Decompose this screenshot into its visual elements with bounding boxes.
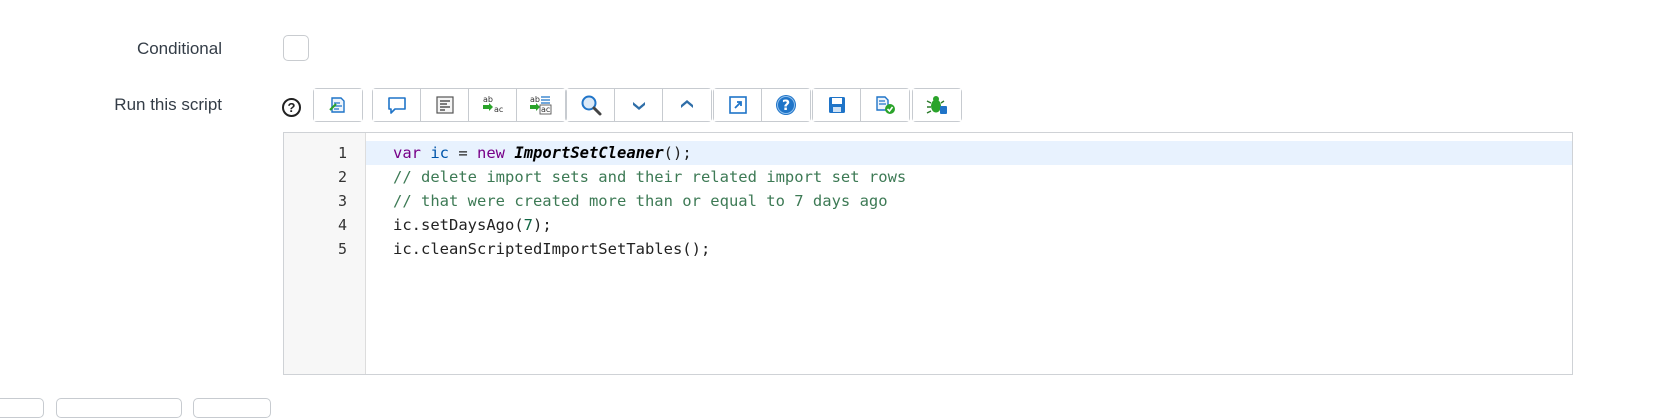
conditional-label: Conditional: [136, 39, 222, 58]
code-token: );: [533, 216, 552, 234]
format-code-icon: [329, 97, 345, 113]
replace-button[interactable]: ab ac: [469, 89, 517, 121]
field-help-icon[interactable]: ?: [282, 98, 301, 117]
code-line-2[interactable]: // delete import sets and their related …: [366, 165, 1572, 189]
next-icon: [632, 102, 645, 110]
code-line-1[interactable]: var ic = new ImportSetCleaner();: [366, 141, 1572, 165]
editor-help-button[interactable]: ?: [762, 89, 810, 121]
search-button[interactable]: [567, 89, 615, 121]
fullscreen-icon: [728, 96, 747, 114]
toolbar-group-view: ?: [713, 88, 811, 122]
class-token: ImportSetCleaner: [514, 144, 664, 162]
code-line-3[interactable]: // that were created more than or equal …: [366, 189, 1572, 213]
number-token: 7: [523, 216, 533, 234]
keyword-token: var: [393, 144, 421, 162]
svg-text:ac: ac: [494, 105, 503, 114]
save-icon: [828, 97, 845, 113]
save-button[interactable]: [813, 89, 861, 121]
debug-icon: [926, 96, 947, 114]
svg-text:ab: ab: [483, 95, 493, 104]
toolbar-group-format: [313, 88, 363, 122]
line-number: 4: [337, 216, 347, 234]
fullscreen-button[interactable]: [714, 89, 762, 121]
variable-token: ic: [430, 144, 450, 162]
previous-icon: [681, 100, 693, 108]
line-number: 2: [337, 168, 347, 186]
find-previous-button[interactable]: [663, 89, 711, 121]
syntax-check-button[interactable]: [861, 89, 909, 121]
form-action-button[interactable]: [56, 398, 182, 418]
run-script-label: Run this script: [114, 95, 222, 114]
toolbar-group-search: [566, 88, 712, 122]
syntax-check-icon: [876, 96, 895, 114]
script-editor[interactable]: 1 2 3 4 5 var ic = new ImportSetCleaner(…: [283, 132, 1573, 375]
keyword-token: new: [477, 144, 506, 162]
svg-text:?: ?: [782, 98, 790, 114]
help-icon: ?: [776, 95, 796, 115]
line-number: 3: [337, 192, 347, 210]
replace-icon: ab ac: [482, 95, 503, 114]
code-line-4[interactable]: ic.setDaysAgo(7);: [366, 213, 1572, 237]
toolbar-group-debug: [912, 88, 962, 122]
format-code-button[interactable]: [314, 89, 362, 121]
svg-text:ac: ac: [541, 105, 550, 114]
replace-all-icon: ab ac: [530, 95, 552, 115]
line-number: 5: [337, 240, 347, 258]
conditional-checkbox[interactable]: [283, 35, 309, 61]
line-number-gutter: 1 2 3 4 5: [284, 133, 366, 374]
search-icon: [581, 95, 601, 116]
operator-token: =: [449, 144, 478, 162]
format-button[interactable]: [421, 89, 469, 121]
find-next-button[interactable]: [615, 89, 663, 121]
line-number: 1: [337, 144, 347, 162]
code-token: ic.setDaysAgo(: [393, 216, 524, 234]
format-icon: [435, 96, 454, 114]
form-action-button[interactable]: [193, 398, 271, 418]
toolbar-group-save: [812, 88, 910, 122]
punctuation-token: ();: [663, 144, 692, 162]
toolbar-group-edit: ab ac ab ac: [372, 88, 566, 122]
svg-text:ab: ab: [530, 95, 540, 104]
form-action-button[interactable]: [0, 398, 44, 418]
debug-button[interactable]: [913, 89, 961, 121]
comment-button[interactable]: [373, 89, 421, 121]
code-line-5[interactable]: ic.cleanScriptedImportSetTables();: [366, 237, 1572, 261]
replace-all-button[interactable]: ab ac: [517, 89, 565, 121]
comment-icon: [387, 97, 406, 114]
